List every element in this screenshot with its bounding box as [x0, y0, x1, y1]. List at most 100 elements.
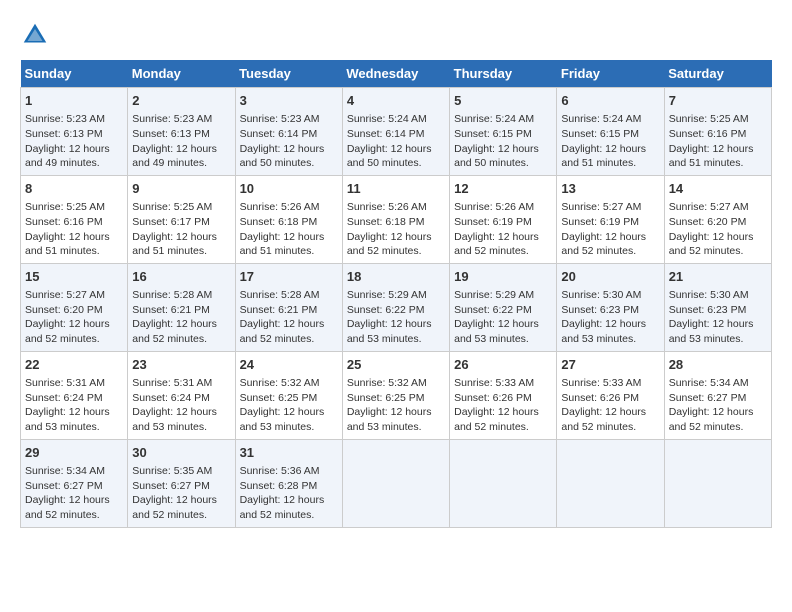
day-cell: 18 Sunrise: 5:29 AM Sunset: 6:22 PM Dayli…: [342, 263, 449, 351]
week-row-4: 22 Sunrise: 5:31 AM Sunset: 6:24 PM Dayli…: [21, 351, 772, 439]
day-number: 29: [25, 444, 123, 462]
day-number: 3: [240, 92, 338, 110]
day-cell: 10Sunrise: 5:26 AM Sunset: 6:18 PM Dayli…: [235, 175, 342, 263]
day-number: 7: [669, 92, 767, 110]
day-number: 10: [240, 180, 338, 198]
day-number: 9: [132, 180, 230, 198]
day-info: Sunrise: 5:30 AM Sunset: 6:23 PM Dayligh…: [561, 288, 659, 347]
header-day-wednesday: Wednesday: [342, 60, 449, 88]
day-cell: 28 Sunrise: 5:34 AM Sunset: 6:27 PM Dayli…: [664, 351, 771, 439]
day-cell: 1 Sunrise: 5:23 AM Sunset: 6:13 PM Daylig…: [21, 88, 128, 176]
day-number: 16: [132, 268, 230, 286]
day-cell: 13 Sunrise: 5:27 AM Sunset: 6:19 PM Dayli…: [557, 175, 664, 263]
week-row-1: 1 Sunrise: 5:23 AM Sunset: 6:13 PM Daylig…: [21, 88, 772, 176]
day-number: 14: [669, 180, 767, 198]
day-info: Sunrise: 5:31 AM Sunset: 6:24 PM Dayligh…: [25, 376, 123, 435]
day-cell: 16Sunrise: 5:28 AM Sunset: 6:21 PM Dayli…: [128, 263, 235, 351]
day-number: 12: [454, 180, 552, 198]
day-info: Sunrise: 5:31 AM Sunset: 6:24 PM Dayligh…: [132, 376, 230, 435]
day-cell: 3 Sunrise: 5:23 AM Sunset: 6:14 PM Daylig…: [235, 88, 342, 176]
day-cell: 31 Sunrise: 5:36 AM Sunset: 6:28 PM Dayli…: [235, 439, 342, 527]
day-cell: 24 Sunrise: 5:32 AM Sunset: 6:25 PM Dayli…: [235, 351, 342, 439]
day-cell: [664, 439, 771, 527]
day-cell: 19Sunrise: 5:29 AM Sunset: 6:22 PM Dayli…: [450, 263, 557, 351]
day-info: Sunrise: 5:24 AM Sunset: 6:15 PM Dayligh…: [454, 112, 552, 171]
day-info: Sunrise: 5:33 AM Sunset: 6:26 PM Dayligh…: [454, 376, 552, 435]
day-cell: [342, 439, 449, 527]
calendar-table: SundayMondayTuesdayWednesdayThursdayFrid…: [20, 60, 772, 528]
day-cell: 11 Sunrise: 5:26 AM Sunset: 6:18 PM Dayli…: [342, 175, 449, 263]
day-number: 24: [240, 356, 338, 374]
day-number: 15: [25, 268, 123, 286]
day-number: 20: [561, 268, 659, 286]
day-number: 26: [454, 356, 552, 374]
header-day-friday: Friday: [557, 60, 664, 88]
day-number: 5: [454, 92, 552, 110]
day-number: 31: [240, 444, 338, 462]
logo: [20, 20, 54, 50]
header-day-thursday: Thursday: [450, 60, 557, 88]
day-number: 1: [25, 92, 123, 110]
day-cell: 14Sunrise: 5:27 AM Sunset: 6:20 PM Dayli…: [664, 175, 771, 263]
day-cell: 21 Sunrise: 5:30 AM Sunset: 6:23 PM Dayli…: [664, 263, 771, 351]
logo-icon: [20, 20, 50, 50]
day-info: Sunrise: 5:23 AM Sunset: 6:14 PM Dayligh…: [240, 112, 338, 171]
day-info: Sunrise: 5:24 AM Sunset: 6:15 PM Dayligh…: [561, 112, 659, 171]
day-info: Sunrise: 5:29 AM Sunset: 6:22 PM Dayligh…: [347, 288, 445, 347]
day-number: 8: [25, 180, 123, 198]
day-info: Sunrise: 5:26 AM Sunset: 6:18 PM Dayligh…: [347, 200, 445, 259]
calendar-header: SundayMondayTuesdayWednesdayThursdayFrid…: [21, 60, 772, 88]
day-cell: 26 Sunrise: 5:33 AM Sunset: 6:26 PM Dayli…: [450, 351, 557, 439]
day-cell: 20 Sunrise: 5:30 AM Sunset: 6:23 PM Dayli…: [557, 263, 664, 351]
day-info: Sunrise: 5:33 AM Sunset: 6:26 PM Dayligh…: [561, 376, 659, 435]
day-cell: 30Sunrise: 5:35 AM Sunset: 6:27 PM Dayli…: [128, 439, 235, 527]
day-number: 28: [669, 356, 767, 374]
day-info: Sunrise: 5:32 AM Sunset: 6:25 PM Dayligh…: [240, 376, 338, 435]
week-row-3: 15Sunrise: 5:27 AM Sunset: 6:20 PM Dayli…: [21, 263, 772, 351]
header-day-monday: Monday: [128, 60, 235, 88]
day-info: Sunrise: 5:23 AM Sunset: 6:13 PM Dayligh…: [25, 112, 123, 171]
day-info: Sunrise: 5:25 AM Sunset: 6:16 PM Dayligh…: [669, 112, 767, 171]
day-cell: 9 Sunrise: 5:25 AM Sunset: 6:17 PM Daylig…: [128, 175, 235, 263]
day-cell: 29 Sunrise: 5:34 AM Sunset: 6:27 PM Dayli…: [21, 439, 128, 527]
header-day-sunday: Sunday: [21, 60, 128, 88]
day-info: Sunrise: 5:29 AM Sunset: 6:22 PM Dayligh…: [454, 288, 552, 347]
day-number: 17: [240, 268, 338, 286]
day-info: Sunrise: 5:32 AM Sunset: 6:25 PM Dayligh…: [347, 376, 445, 435]
day-info: Sunrise: 5:30 AM Sunset: 6:23 PM Dayligh…: [669, 288, 767, 347]
header-day-saturday: Saturday: [664, 60, 771, 88]
header-row: SundayMondayTuesdayWednesdayThursdayFrid…: [21, 60, 772, 88]
calendar-body: 1 Sunrise: 5:23 AM Sunset: 6:13 PM Daylig…: [21, 88, 772, 528]
page-header: [20, 20, 772, 50]
day-info: Sunrise: 5:34 AM Sunset: 6:27 PM Dayligh…: [25, 464, 123, 523]
day-info: Sunrise: 5:23 AM Sunset: 6:13 PM Dayligh…: [132, 112, 230, 171]
day-info: Sunrise: 5:34 AM Sunset: 6:27 PM Dayligh…: [669, 376, 767, 435]
day-number: 18: [347, 268, 445, 286]
day-cell: 22 Sunrise: 5:31 AM Sunset: 6:24 PM Dayli…: [21, 351, 128, 439]
day-number: 27: [561, 356, 659, 374]
day-number: 21: [669, 268, 767, 286]
day-cell: 17Sunrise: 5:28 AM Sunset: 6:21 PM Dayli…: [235, 263, 342, 351]
day-info: Sunrise: 5:27 AM Sunset: 6:19 PM Dayligh…: [561, 200, 659, 259]
day-number: 25: [347, 356, 445, 374]
day-number: 13: [561, 180, 659, 198]
day-cell: 25 Sunrise: 5:32 AM Sunset: 6:25 PM Dayli…: [342, 351, 449, 439]
day-info: Sunrise: 5:25 AM Sunset: 6:17 PM Dayligh…: [132, 200, 230, 259]
day-cell: 15Sunrise: 5:27 AM Sunset: 6:20 PM Dayli…: [21, 263, 128, 351]
day-cell: 6 Sunrise: 5:24 AM Sunset: 6:15 PM Daylig…: [557, 88, 664, 176]
day-info: Sunrise: 5:26 AM Sunset: 6:19 PM Dayligh…: [454, 200, 552, 259]
day-cell: 7 Sunrise: 5:25 AM Sunset: 6:16 PM Daylig…: [664, 88, 771, 176]
week-row-5: 29 Sunrise: 5:34 AM Sunset: 6:27 PM Dayli…: [21, 439, 772, 527]
day-cell: 4Sunrise: 5:24 AM Sunset: 6:14 PM Daylig…: [342, 88, 449, 176]
day-number: 6: [561, 92, 659, 110]
day-info: Sunrise: 5:24 AM Sunset: 6:14 PM Dayligh…: [347, 112, 445, 171]
day-info: Sunrise: 5:36 AM Sunset: 6:28 PM Dayligh…: [240, 464, 338, 523]
week-row-2: 8 Sunrise: 5:25 AM Sunset: 6:16 PM Daylig…: [21, 175, 772, 263]
day-number: 2: [132, 92, 230, 110]
day-number: 11: [347, 180, 445, 198]
day-cell: 8 Sunrise: 5:25 AM Sunset: 6:16 PM Daylig…: [21, 175, 128, 263]
day-info: Sunrise: 5:25 AM Sunset: 6:16 PM Dayligh…: [25, 200, 123, 259]
day-number: 22: [25, 356, 123, 374]
day-cell: 23Sunrise: 5:31 AM Sunset: 6:24 PM Dayli…: [128, 351, 235, 439]
day-cell: 5 Sunrise: 5:24 AM Sunset: 6:15 PM Daylig…: [450, 88, 557, 176]
